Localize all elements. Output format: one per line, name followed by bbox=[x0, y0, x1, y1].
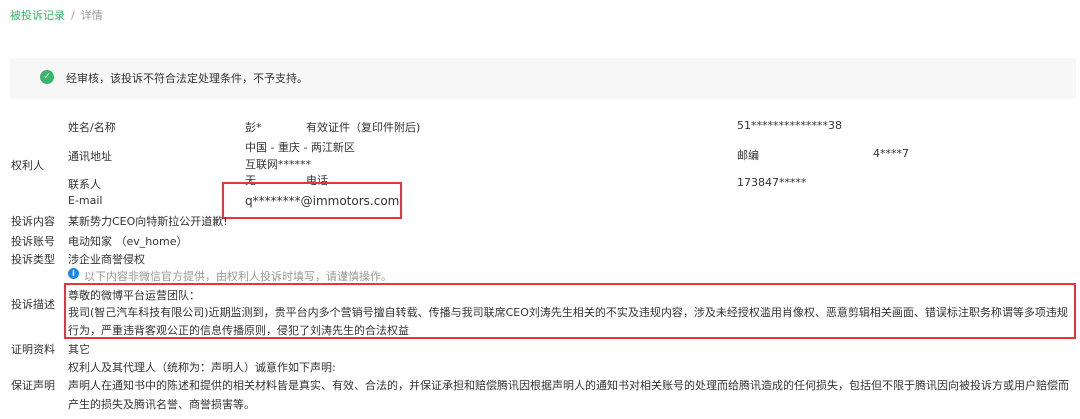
id-document-value: 51**************38 bbox=[737, 119, 842, 132]
breadcrumb: 被投诉记录 / 详情 bbox=[10, 7, 103, 23]
phone-value: 173847***** bbox=[737, 176, 807, 189]
name-value: 彭* bbox=[245, 121, 262, 134]
breadcrumb-current: 详情 bbox=[80, 9, 103, 22]
notice-text: 以下内容非微信官方提供，由权利人投诉时填写，请谨慎操作。 bbox=[84, 270, 392, 283]
breadcrumb-separator: / bbox=[71, 9, 75, 22]
email-highlight-box bbox=[222, 182, 402, 219]
id-document-label: 有效证件（复印件附后) bbox=[306, 121, 421, 134]
complaint-type-value: 涉企业商誉侵权 bbox=[68, 253, 145, 266]
info-icon: i bbox=[68, 268, 79, 279]
address-line1: 中国 - 重庆 - 两江新区 bbox=[245, 141, 355, 154]
address-label: 通讯地址 bbox=[68, 150, 112, 163]
declaration-label: 保证声明 bbox=[11, 379, 55, 392]
postcode-value: 4****7 bbox=[873, 147, 909, 160]
complaint-content-value: 某新势力CEO向特斯拉公开道歉! bbox=[68, 215, 228, 228]
postcode-label: 邮编 bbox=[737, 149, 759, 162]
complaint-account-value: 电动知家 （ev_home） bbox=[68, 235, 188, 248]
rights-holder-section-label: 权利人 bbox=[11, 159, 44, 172]
declaration-line2: 声明人在通知书中的陈述和提供的相关材料皆是真实、有效、合法的，并保证承担和赔偿腾… bbox=[68, 379, 1069, 392]
description-highlight-box bbox=[64, 283, 1076, 339]
name-label: 姓名/名称 bbox=[68, 121, 116, 134]
proof-label: 证明资料 bbox=[11, 343, 55, 356]
contact-label: 联系人 bbox=[68, 178, 101, 191]
complaint-content-label: 投诉内容 bbox=[11, 215, 55, 228]
breadcrumb-complaint-records-link[interactable]: 被投诉记录 bbox=[10, 9, 65, 22]
declaration-line3: 产生的损失及腾讯名誉、商誉损害等。 bbox=[68, 398, 255, 411]
check-circle-icon: ✓ bbox=[40, 70, 54, 84]
complaint-account-label: 投诉账号 bbox=[11, 235, 55, 248]
status-text: 经审核，该投诉不符合法定处理条件，不予支持。 bbox=[66, 72, 308, 85]
declaration-line1: 权利人及其代理人（统称为：声明人）诚意作如下声明: bbox=[68, 361, 336, 374]
complaint-type-label: 投诉类型 bbox=[11, 253, 55, 266]
proof-value: 其它 bbox=[68, 343, 90, 356]
address-line2: 互联网****** bbox=[245, 158, 311, 171]
email-label: E-mail bbox=[68, 194, 103, 207]
complaint-description-label: 投诉描述 bbox=[11, 298, 55, 311]
